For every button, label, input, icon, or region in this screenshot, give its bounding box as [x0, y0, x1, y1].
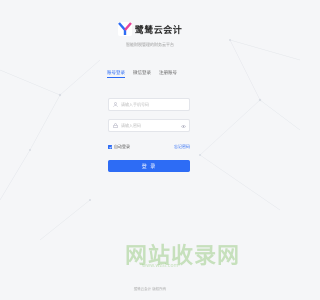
remember-checkbox[interactable] [108, 145, 112, 149]
login-button[interactable]: 登 录 [108, 160, 190, 172]
footer-copyright: 鹭鸶云会计 版权所有 [133, 287, 167, 291]
watermark-url: www.wzsl.com [142, 263, 179, 269]
check-icon [108, 146, 112, 149]
brand-slogan: 智能财税管理的财务云平台 [126, 42, 174, 47]
user-icon [113, 102, 118, 107]
login-page: 鹭鸶云会计 智能财税管理的财务云平台 账号登录 微信登录 注册账号 请输入手机号… [0, 0, 300, 300]
password-field [108, 119, 190, 132]
password-input[interactable] [121, 123, 181, 128]
username-input[interactable] [121, 102, 181, 107]
watermark-text: 网站收录网 [125, 244, 241, 269]
tab-wechat-login[interactable]: 微信登录 [133, 68, 151, 78]
tab-account-login[interactable]: 账号登录 [107, 68, 125, 78]
login-tabs: 账号登录 微信登录 注册账号 [107, 68, 187, 78]
forgot-password-link[interactable]: 忘记密码 [174, 144, 190, 150]
y-logo-icon [117, 22, 132, 36]
remember-me[interactable]: 自动登录 [108, 144, 130, 150]
remember-row: 自动登录 忘记密码 [108, 143, 190, 151]
username-field [108, 98, 190, 111]
brand-name: 鹭鸶云会计 [134, 25, 183, 36]
remember-label: 自动登录 [114, 144, 130, 149]
eye-icon[interactable] [181, 124, 186, 129]
tab-register[interactable]: 注册账号 [159, 68, 177, 78]
brand-header: 鹭鸶云会计 [0, 22, 300, 36]
lock-icon [113, 123, 118, 128]
